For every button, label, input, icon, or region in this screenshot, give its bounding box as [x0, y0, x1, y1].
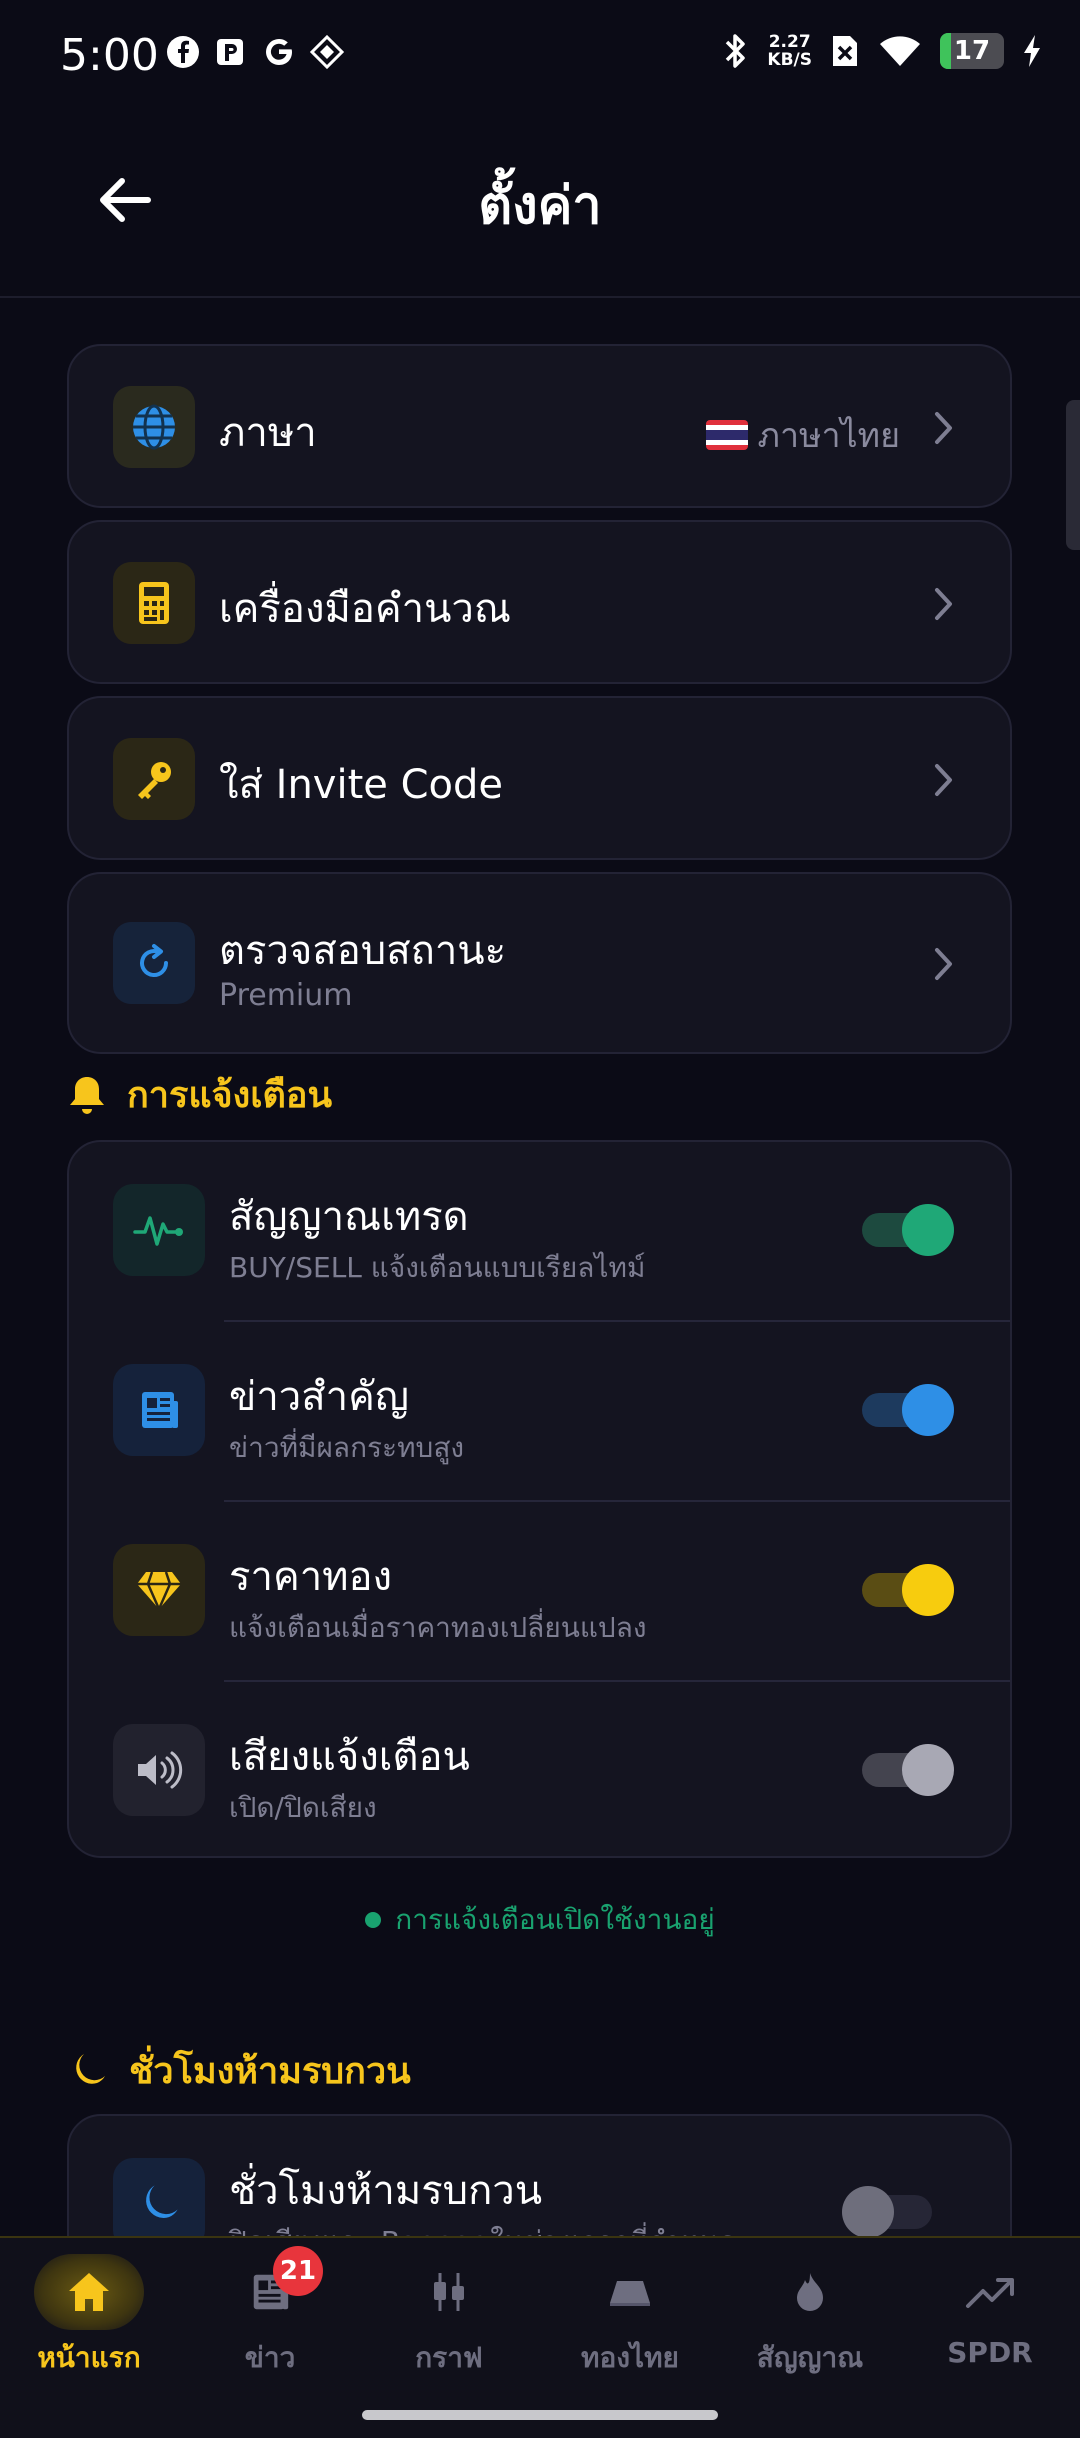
check-status-row[interactable]: ตรวจสอบสถานะ Premium — [67, 872, 1012, 1054]
gold-price-subtitle: แจ้งเตือนเมื่อราคาทองเปลี่ยนแปลง — [229, 1611, 647, 1644]
diamond-icon — [137, 1571, 181, 1612]
calculator-icon — [139, 582, 169, 624]
battery-indicator: 17 — [940, 33, 1004, 69]
notification-sound-toggle[interactable] — [862, 1744, 954, 1796]
calculator-title: เครื่องมือคำนวณ — [219, 586, 511, 632]
dnd-toggle[interactable] — [842, 2186, 934, 2238]
notification-sound-icon-box — [113, 1724, 205, 1816]
trend-up-icon — [966, 2278, 1014, 2308]
chevron-right-icon — [935, 412, 952, 444]
status-bar: 5:00 2.27 KB/S 17 — [0, 0, 1080, 115]
notification-status: การแจ้งเตือนเปิดใช้งานอยู่ — [0, 1898, 1080, 1942]
speaker-icon — [138, 1751, 183, 1789]
thai-flag-icon — [705, 420, 748, 450]
bell-icon — [70, 1076, 104, 1114]
language-row[interactable]: ภาษา ภาษาไทย — [67, 344, 1012, 508]
dnd-section-label: ชั่วโมงห้ามรบกวน — [129, 2051, 411, 2092]
notification-sound-title: เสียงแจ้งเตือน — [229, 1734, 470, 1780]
notifications-section-header: การแจ้งเตือน — [67, 1066, 332, 1123]
nav-signal[interactable]: สัญญาณ — [735, 2254, 885, 2380]
notification-sound-row: เสียงแจ้งเตือน เปิด/ปิดเสียง — [69, 1682, 1010, 1860]
dnd-section-header: ชั่วโมงห้ามรบกวน — [67, 2042, 411, 2099]
status-icon-box — [113, 922, 195, 1004]
important-news-toggle[interactable] — [862, 1384, 954, 1436]
notification-icons — [165, 34, 345, 70]
nav-news-label: ข่าว — [244, 2341, 296, 2374]
calculator-icon-box — [113, 562, 195, 644]
app-header: ตั้งค่า — [0, 115, 1080, 298]
news-badge: 21 — [273, 2246, 323, 2296]
important-news-icon-box — [113, 1364, 205, 1456]
nav-chart-label: กราฟ — [415, 2341, 483, 2374]
google-icon — [261, 34, 297, 70]
dnd-title: ชั่วโมงห้ามรบกวน — [229, 2168, 543, 2214]
nav-chart[interactable]: กราฟ — [374, 2254, 524, 2380]
facebook-icon — [165, 34, 201, 70]
moon-icon — [146, 2185, 178, 2218]
nav-spdr-label: SPDR — [947, 2336, 1033, 2369]
trade-signal-row: สัญญาณเทรด BUY/SELL แจ้งเตือนแบบเรียลไทม… — [69, 1142, 1010, 1320]
trade-signal-subtitle: BUY/SELL แจ้งเตือนแบบเรียลไทม์ — [229, 1251, 646, 1284]
charging-icon — [1024, 35, 1040, 67]
nav-home-label: หน้าแรก — [37, 2341, 141, 2374]
globe-icon — [133, 404, 175, 450]
trade-signal-icon-box — [113, 1184, 205, 1276]
important-news-title: ข่าวสำคัญ — [229, 1374, 409, 1420]
invite-code-row[interactable]: ใส่ Invite Code — [67, 696, 1012, 860]
no-sim-icon — [833, 36, 857, 66]
chevron-right-icon — [935, 588, 952, 620]
nav-signal-label: สัญญาณ — [756, 2341, 864, 2374]
nav-thai-gold-label: ทองไทย — [581, 2341, 679, 2374]
notification-sound-subtitle: เปิด/ปิดเสียง — [229, 1791, 377, 1824]
wifi-icon — [880, 36, 920, 66]
parking-app-icon — [213, 34, 249, 70]
candlestick-icon — [434, 2273, 464, 2311]
gold-price-icon-box — [113, 1544, 205, 1636]
nav-spdr[interactable]: SPDR — [915, 2254, 1065, 2369]
gold-price-title: ราคาทอง — [229, 1554, 393, 1600]
trade-signal-title: สัญญาณเทรด — [229, 1194, 469, 1240]
gold-bar-icon — [610, 2281, 650, 2306]
newspaper-icon — [142, 1392, 178, 1428]
key-icon — [138, 762, 171, 799]
page-title: ตั้งค่า — [478, 176, 602, 236]
app-icon — [309, 34, 345, 70]
flame-icon — [797, 2273, 823, 2311]
language-title: ภาษา — [219, 410, 317, 456]
system-icons: 2.27 KB/S 17 — [723, 32, 1042, 70]
status-time: 5:00 — [60, 30, 159, 81]
nav-thai-gold[interactable]: ทองไทย — [555, 2254, 705, 2380]
notifications-section-label: การแจ้งเตือน — [127, 1075, 333, 1116]
gold-price-toggle[interactable] — [862, 1564, 954, 1616]
status-dot-icon — [365, 1912, 382, 1928]
status-subtitle: Premium — [219, 978, 353, 1013]
home-icon — [69, 2273, 109, 2311]
notification-status-text: การแจ้งเตือนเปิดใช้งานอยู่ — [395, 1903, 715, 1936]
network-speed: 2.27 KB/S — [767, 32, 812, 70]
status-title: ตรวจสอบสถานะ — [219, 928, 507, 974]
chevron-right-icon — [935, 948, 952, 980]
calculator-row[interactable]: เครื่องมือคำนวณ — [67, 520, 1012, 684]
language-icon-box — [113, 386, 195, 468]
nav-news[interactable]: 21 ข่าว — [195, 2246, 345, 2380]
trade-signal-toggle[interactable] — [862, 1204, 954, 1256]
chevron-right-icon — [935, 764, 952, 796]
notifications-card: สัญญาณเทรด BUY/SELL แจ้งเตือนแบบเรียลไทม… — [67, 1140, 1012, 1858]
refresh-icon — [140, 944, 168, 977]
important-news-subtitle: ข่าวที่มีผลกระทบสูง — [229, 1431, 465, 1464]
bluetooth-icon — [726, 34, 746, 68]
nav-home[interactable]: หน้าแรก — [14, 2254, 164, 2380]
gold-price-row: ราคาทอง แจ้งเตือนเมื่อราคาทองเปลี่ยนแปลง — [69, 1502, 1010, 1680]
home-indicator[interactable] — [362, 2410, 718, 2420]
bottom-navigation: หน้าแรก 21 ข่าว กราฟ ทองไทย สัญญาณ SPDR — [0, 2236, 1080, 2438]
important-news-row: ข่าวสำคัญ ข่าวที่มีผลกระทบสูง — [69, 1322, 1010, 1500]
moon-icon — [76, 2053, 105, 2084]
scroll-indicator — [1066, 400, 1080, 550]
language-value: ภาษาไทย — [705, 408, 900, 462]
invite-title: ใส่ Invite Code — [219, 762, 504, 808]
pulse-icon — [133, 1216, 183, 1246]
invite-icon-box — [113, 738, 195, 820]
